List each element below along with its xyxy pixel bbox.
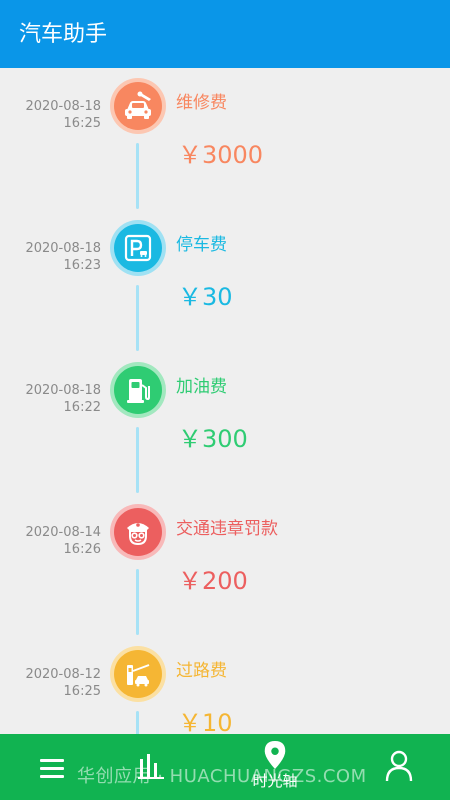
- bar-chart-icon: [138, 754, 164, 779]
- entry-date: 2020-08-14: [25, 525, 101, 540]
- parking-icon: [114, 224, 162, 272]
- nav-menu[interactable]: [30, 734, 74, 800]
- entry-icon-ring: [110, 646, 166, 702]
- timeline[interactable]: 2020-08-18 16:25 维修费 ￥3000 2020-08-18 16…: [0, 68, 450, 734]
- timeline-entry-repair[interactable]: 2020-08-18 16:25 维修费 ￥3000: [0, 68, 450, 198]
- bottom-nav: 时光轴: [0, 734, 450, 800]
- entry-icon-ring: [110, 220, 166, 276]
- toll-gate-icon: [114, 650, 162, 698]
- user-icon: [385, 750, 413, 782]
- entry-datetime: 2020-08-14 16:26: [25, 524, 101, 558]
- nav-profile[interactable]: [378, 734, 422, 800]
- entry-icon-ring: [110, 362, 166, 418]
- app-bar: 汽车助手: [0, 0, 450, 68]
- entry-time: 16:25: [63, 116, 101, 131]
- entry-amount: ￥200: [178, 567, 248, 595]
- entry-amount: ￥3000: [178, 141, 264, 169]
- entry-category: 加油费: [176, 377, 227, 397]
- entry-datetime: 2020-08-18 16:22: [25, 382, 101, 416]
- entry-date: 2020-08-18: [25, 241, 101, 256]
- nav-timeline-label: 时光轴: [252, 772, 298, 790]
- entry-date: 2020-08-18: [25, 99, 101, 114]
- entry-category: 交通违章罚款: [176, 519, 278, 539]
- nav-statistics[interactable]: [130, 734, 174, 800]
- timeline-entry-parking[interactable]: 2020-08-18 16:23 停车费 ￥30: [0, 210, 450, 340]
- app-title: 汽车助手: [19, 22, 108, 47]
- entry-datetime: 2020-08-18 16:23: [25, 240, 101, 274]
- car-repair-icon: [114, 82, 162, 130]
- entry-datetime: 2020-08-12 16:25: [25, 666, 101, 700]
- fuel-pump-icon: [114, 366, 162, 414]
- entry-icon-ring: [110, 78, 166, 134]
- entry-time: 16:25: [63, 684, 101, 699]
- entry-time: 16:23: [63, 258, 101, 273]
- nav-timeline[interactable]: 时光轴: [248, 734, 302, 800]
- entry-category: 维修费: [176, 93, 227, 113]
- entry-time: 16:26: [63, 542, 101, 557]
- timeline-entry-toll[interactable]: 2020-08-12 16:25 过路费 ￥10: [0, 636, 450, 734]
- entry-date: 2020-08-12: [25, 667, 101, 682]
- timeline-entry-fuel[interactable]: 2020-08-18 16:22 加油费 ￥300: [0, 352, 450, 482]
- entry-amount: ￥30: [178, 283, 233, 311]
- entry-date: 2020-08-18: [25, 383, 101, 398]
- location-pin-icon: [264, 741, 286, 769]
- entry-datetime: 2020-08-18 16:25: [25, 98, 101, 132]
- entry-category: 停车费: [176, 235, 227, 255]
- entry-amount: ￥10: [178, 709, 233, 734]
- entry-amount: ￥300: [178, 425, 248, 453]
- entry-icon-ring: [110, 504, 166, 560]
- timeline-entry-traffic-fine[interactable]: 2020-08-14 16:26 交通违章罚款 ￥200: [0, 494, 450, 624]
- traffic-police-icon: [114, 508, 162, 556]
- entry-time: 16:22: [63, 400, 101, 415]
- entry-category: 过路费: [176, 661, 227, 681]
- menu-icon: [40, 759, 64, 778]
